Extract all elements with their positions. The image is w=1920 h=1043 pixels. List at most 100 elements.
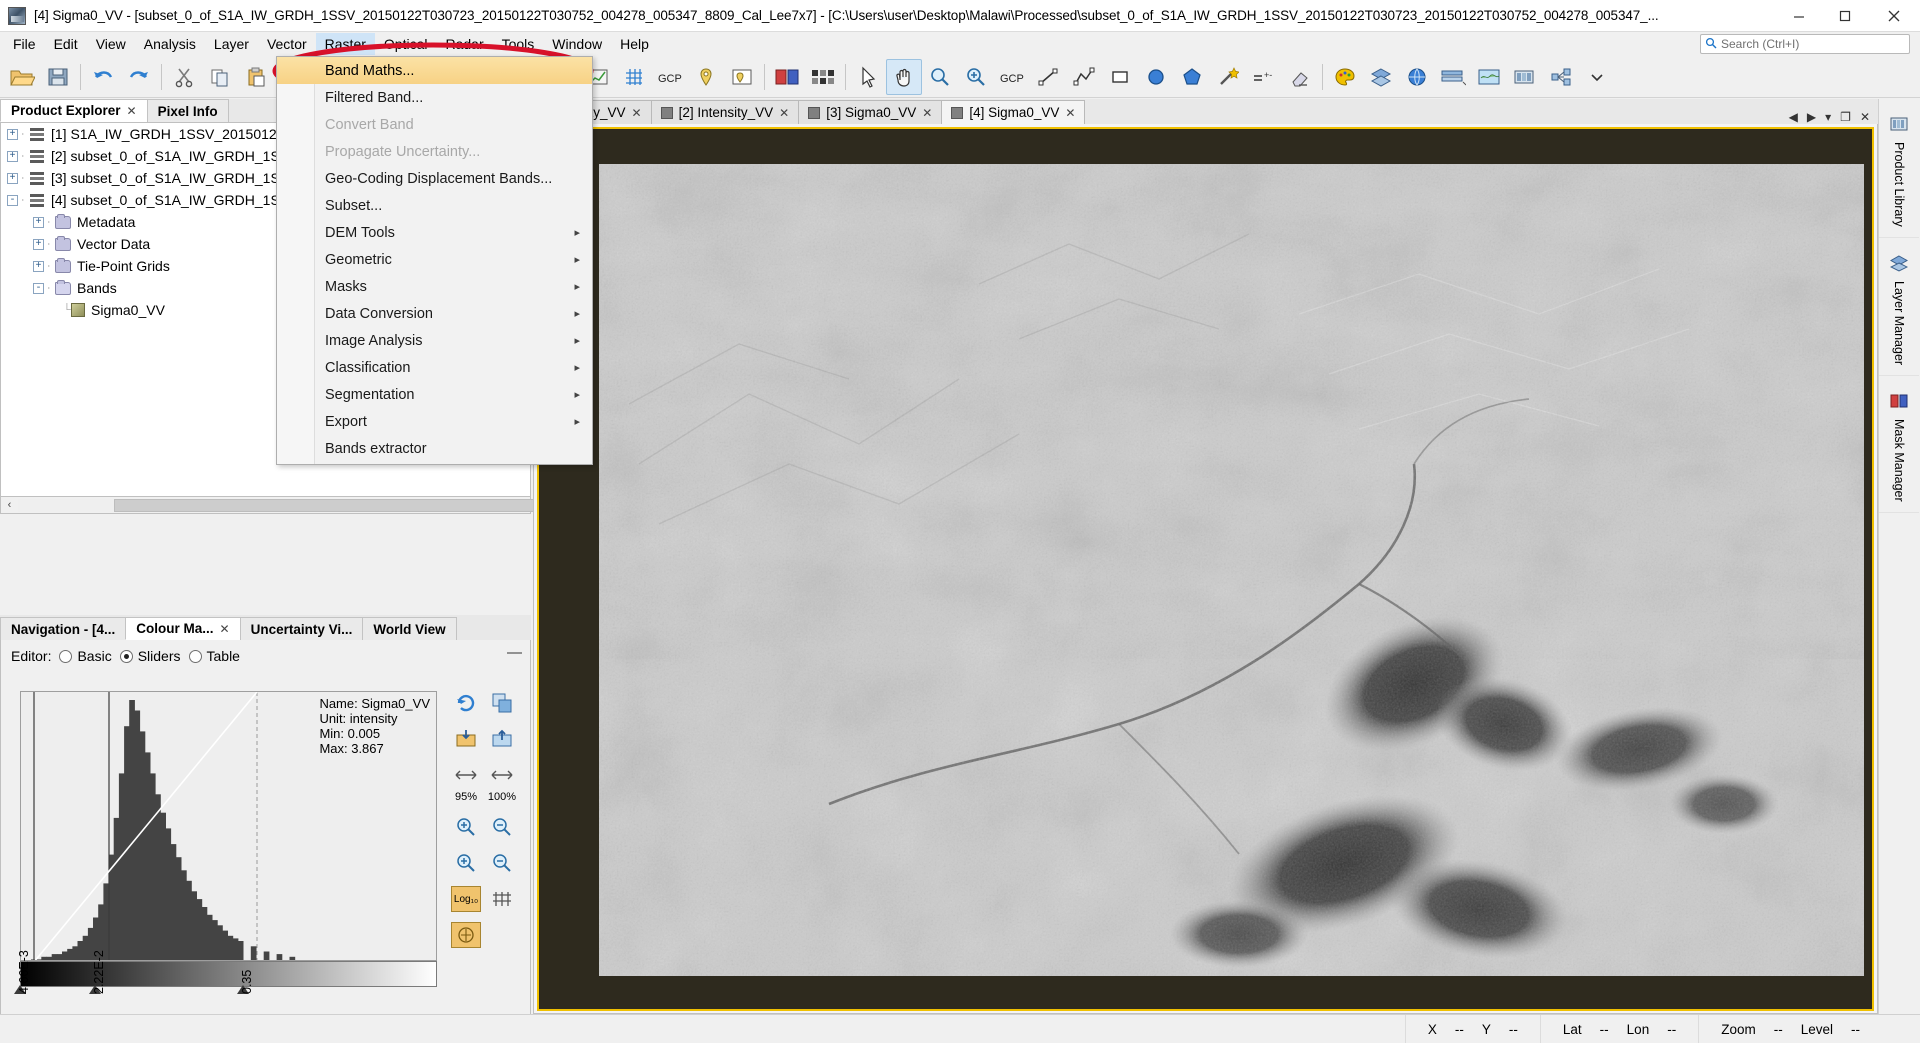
document-tab-4[interactable]: [4] Sigma0_VV ✕ xyxy=(941,100,1086,124)
zoom-out-horizontal-icon[interactable] xyxy=(487,850,517,876)
tab-product-explorer[interactable]: Product Explorer ✕ xyxy=(0,99,148,122)
radio-table[interactable] xyxy=(188,649,202,663)
menu-layer[interactable]: Layer xyxy=(205,33,258,55)
tab-uncertainty-visualisation[interactable]: Uncertainty Vi... xyxy=(239,617,364,640)
menu-radar[interactable]: Radar xyxy=(436,33,492,55)
sar-image-sigma0-vv[interactable] xyxy=(599,164,1864,976)
scrollbar-track[interactable] xyxy=(18,498,1204,512)
expander-plus-icon[interactable]: + xyxy=(33,216,44,228)
document-tab-3[interactable]: [3] Sigma0_VV ✕ xyxy=(798,100,943,124)
pin-manager-icon[interactable] xyxy=(724,59,760,95)
search-input[interactable]: Search (Ctrl+I) xyxy=(1700,34,1910,54)
editor-option-basic[interactable]: Basic xyxy=(59,648,112,664)
zoom-tool-icon[interactable] xyxy=(922,59,958,95)
polyline-drawing-icon[interactable] xyxy=(1066,59,1102,95)
stretch-95-percent-icon[interactable] xyxy=(451,762,481,788)
export-palette-icon[interactable] xyxy=(487,726,517,752)
menu-item-geo-coding-displacement-bands[interactable]: Geo-Coding Displacement Bands... xyxy=(277,165,592,192)
close-icon[interactable]: ✕ xyxy=(1065,106,1075,120)
line-drawing-icon[interactable] xyxy=(1030,59,1066,95)
menu-item-filtered-band[interactable]: Filtered Band... xyxy=(277,84,592,111)
image-canvas[interactable] xyxy=(537,127,1874,1011)
zoom-in-vertical-icon[interactable] xyxy=(451,814,481,840)
zoom-out-vertical-icon[interactable] xyxy=(487,814,517,840)
menu-item-image-analysis[interactable]: Image Analysis ▸ xyxy=(277,327,592,354)
tab-colour-manipulation[interactable]: Colour Ma... ✕ xyxy=(125,617,241,640)
multi-apply-icon[interactable] xyxy=(487,690,517,716)
tab-world-view[interactable]: World View xyxy=(362,617,457,640)
expander-minus-icon[interactable]: - xyxy=(7,194,18,206)
gcp-manager-icon[interactable]: GCP xyxy=(652,59,688,95)
menu-item-dem-tools[interactable]: DEM Tools ▸ xyxy=(277,219,592,246)
close-icon[interactable]: ✕ xyxy=(922,106,932,120)
radio-basic[interactable] xyxy=(59,649,73,663)
menu-window[interactable]: Window xyxy=(543,33,611,55)
expander-plus-icon[interactable]: + xyxy=(7,172,18,184)
maximize-window-icon[interactable]: ✕ xyxy=(1860,110,1870,124)
menu-item-classification[interactable]: Classification ▸ xyxy=(277,354,592,381)
scroll-tabs-left-icon[interactable]: ◀ xyxy=(1789,110,1798,124)
sidebar-item-layer-manager[interactable]: Layer Manager xyxy=(1879,238,1919,376)
ellipse-drawing-icon[interactable] xyxy=(1138,59,1174,95)
menu-tools[interactable]: Tools xyxy=(493,33,544,55)
world-wind-icon[interactable] xyxy=(1399,59,1435,95)
selection-arrow-icon[interactable] xyxy=(850,59,886,95)
expander-plus-icon[interactable]: + xyxy=(33,238,44,250)
expander-minus-icon[interactable]: - xyxy=(33,282,44,294)
histogram-chart[interactable]: Name: Sigma0_VV Unit: intensity Min: 0.0… xyxy=(20,691,437,961)
menu-item-masks[interactable]: Masks ▸ xyxy=(277,273,592,300)
scroll-left-icon[interactable]: ‹ xyxy=(1,499,18,511)
range-finder-icon[interactable]: +- xyxy=(1246,59,1282,95)
layer-manager-icon[interactable] xyxy=(1435,59,1471,95)
tab-pixel-info[interactable]: Pixel Info xyxy=(146,99,229,122)
undo-icon[interactable] xyxy=(85,59,121,95)
menu-item-geometric[interactable]: Geometric ▸ xyxy=(277,246,592,273)
paste-icon[interactable] xyxy=(238,59,274,95)
raster-menu-popup[interactable]: Band Maths... Filtered Band... Convert B… xyxy=(276,56,593,465)
menu-item-bands-extractor[interactable]: Bands extractor xyxy=(277,435,592,462)
auto-adjust-icon[interactable] xyxy=(451,922,481,948)
close-icon[interactable] xyxy=(1868,0,1920,32)
menu-vector[interactable]: Vector xyxy=(258,33,316,55)
sidebar-item-mask-manager[interactable]: Mask Manager xyxy=(1879,376,1919,513)
mask-area-icon[interactable] xyxy=(805,59,841,95)
mask-manager-icon[interactable] xyxy=(769,59,805,95)
pan-hand-icon[interactable] xyxy=(886,58,922,95)
tab-list-icon[interactable]: ▾ xyxy=(1825,110,1831,124)
pin-placing-icon[interactable] xyxy=(688,59,724,95)
close-icon[interactable]: ✕ xyxy=(127,104,137,118)
stretch-100-percent-icon[interactable] xyxy=(487,762,517,788)
colour-palette-icon[interactable] xyxy=(1327,59,1363,95)
expander-plus-icon[interactable]: + xyxy=(7,150,18,162)
menu-item-subset[interactable]: Subset... xyxy=(277,192,592,219)
save-product-icon[interactable] xyxy=(40,59,76,95)
magic-wand-icon[interactable] xyxy=(1210,59,1246,95)
evenly-distribute-icon[interactable] xyxy=(487,886,517,912)
scroll-tabs-right-icon[interactable]: ▶ xyxy=(1807,110,1816,124)
reset-to-defaults-icon[interactable] xyxy=(451,690,481,716)
menu-item-segmentation[interactable]: Segmentation ▸ xyxy=(277,381,592,408)
colour-ramp-bar[interactable] xyxy=(20,961,437,987)
float-window-icon[interactable]: ❐ xyxy=(1840,110,1851,124)
maximize-icon[interactable] xyxy=(1822,0,1868,32)
product-library-icon[interactable] xyxy=(1507,59,1543,95)
menu-item-data-conversion[interactable]: Data Conversion ▸ xyxy=(277,300,592,327)
menu-view[interactable]: View xyxy=(87,33,135,55)
world-map-icon[interactable] xyxy=(1471,59,1507,95)
menu-optical[interactable]: Optical xyxy=(375,33,437,55)
geo-coding-grid-icon[interactable] xyxy=(616,59,652,95)
minimize-panel-icon[interactable]: — xyxy=(507,644,522,661)
import-palette-icon[interactable] xyxy=(451,726,481,752)
log-scaling-icon[interactable]: Log₁₀ xyxy=(451,886,481,912)
radio-sliders[interactable] xyxy=(119,649,133,663)
zoom-in-horizontal-icon[interactable] xyxy=(451,850,481,876)
menu-item-band-maths[interactable]: Band Maths... xyxy=(277,57,592,84)
menu-item-export[interactable]: Export ▸ xyxy=(277,408,592,435)
layer-editor-icon[interactable] xyxy=(1363,59,1399,95)
close-icon[interactable]: ✕ xyxy=(779,106,789,120)
menu-raster[interactable]: Raster xyxy=(315,33,375,55)
open-product-icon[interactable] xyxy=(4,59,40,95)
graph-builder-icon[interactable] xyxy=(1543,59,1579,95)
close-icon[interactable]: ✕ xyxy=(632,106,642,120)
expander-plus-icon[interactable]: + xyxy=(33,260,44,272)
